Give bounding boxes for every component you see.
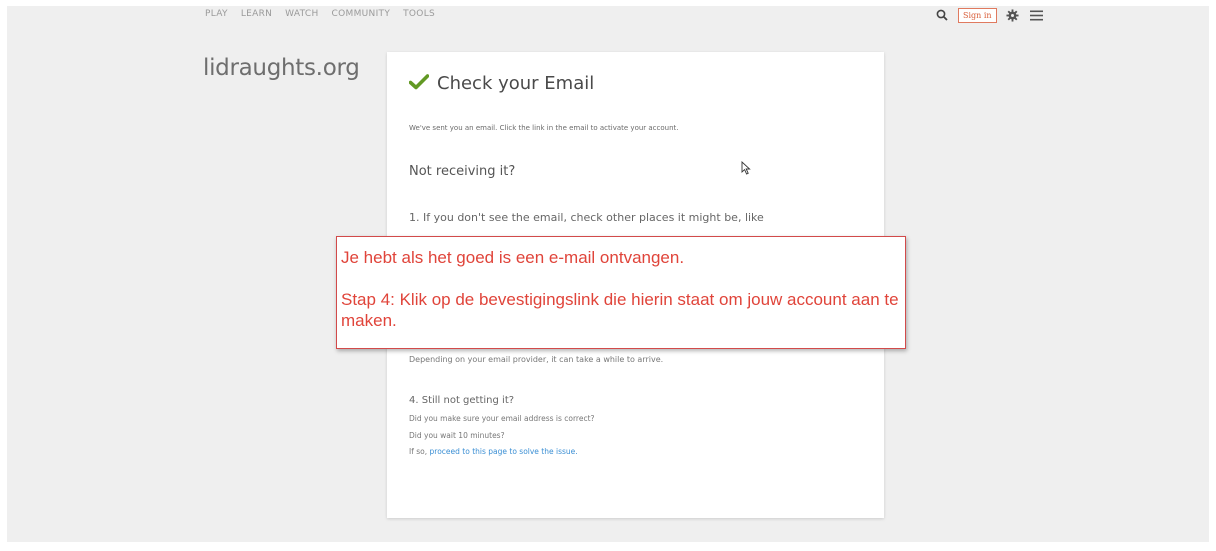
check-icon bbox=[408, 73, 430, 94]
nav-tools[interactable]: TOOLS bbox=[403, 9, 435, 19]
step-4-line-2: Did you wait 10 minutes? bbox=[409, 431, 505, 440]
nav-play[interactable]: PLAY bbox=[205, 9, 228, 19]
cursor-icon bbox=[741, 160, 751, 179]
nav-learn[interactable]: LEARN bbox=[241, 9, 272, 19]
card-lead-text: We've sent you an email. Click the link … bbox=[409, 124, 679, 132]
step-4-line-3: If so, proceed to this page to solve the… bbox=[409, 447, 578, 456]
search-icon[interactable] bbox=[932, 5, 952, 25]
not-receiving-heading: Not receiving it? bbox=[409, 164, 516, 179]
card-title: Check your Email bbox=[437, 73, 595, 94]
step-4-prefix: If so, bbox=[409, 447, 430, 456]
overlay-line-1: Je hebt als het goed is een e-mail ontva… bbox=[341, 248, 685, 267]
step-4-heading: 4. Still not getting it? bbox=[409, 395, 515, 406]
top-navigation: PLAY LEARN WATCH COMMUNITY TOOLS bbox=[205, 9, 448, 19]
site-logo[interactable]: lidraughts.org bbox=[203, 55, 360, 81]
step-4-line-1: Did you make sure your email address is … bbox=[409, 414, 595, 423]
gear-icon[interactable] bbox=[1003, 5, 1023, 25]
card-heading: Check your Email bbox=[408, 73, 595, 94]
top-right-controls: Sign in bbox=[932, 4, 1047, 26]
nav-watch[interactable]: WATCH bbox=[285, 9, 318, 19]
solve-issue-link[interactable]: proceed to this page to solve the issue. bbox=[430, 447, 578, 456]
nav-community[interactable]: COMMUNITY bbox=[332, 9, 391, 19]
overlay-line-2: Stap 4: Klik op de bevestigingslink die … bbox=[341, 290, 899, 330]
menu-icon[interactable] bbox=[1027, 5, 1047, 25]
step-1-text: 1. If you don't see the email, check oth… bbox=[409, 211, 764, 224]
step-3-text: Depending on your email provider, it can… bbox=[409, 355, 664, 364]
sign-in-button[interactable]: Sign in bbox=[958, 7, 997, 23]
instruction-overlay: Je hebt als het goed is een e-mail ontva… bbox=[336, 236, 906, 349]
